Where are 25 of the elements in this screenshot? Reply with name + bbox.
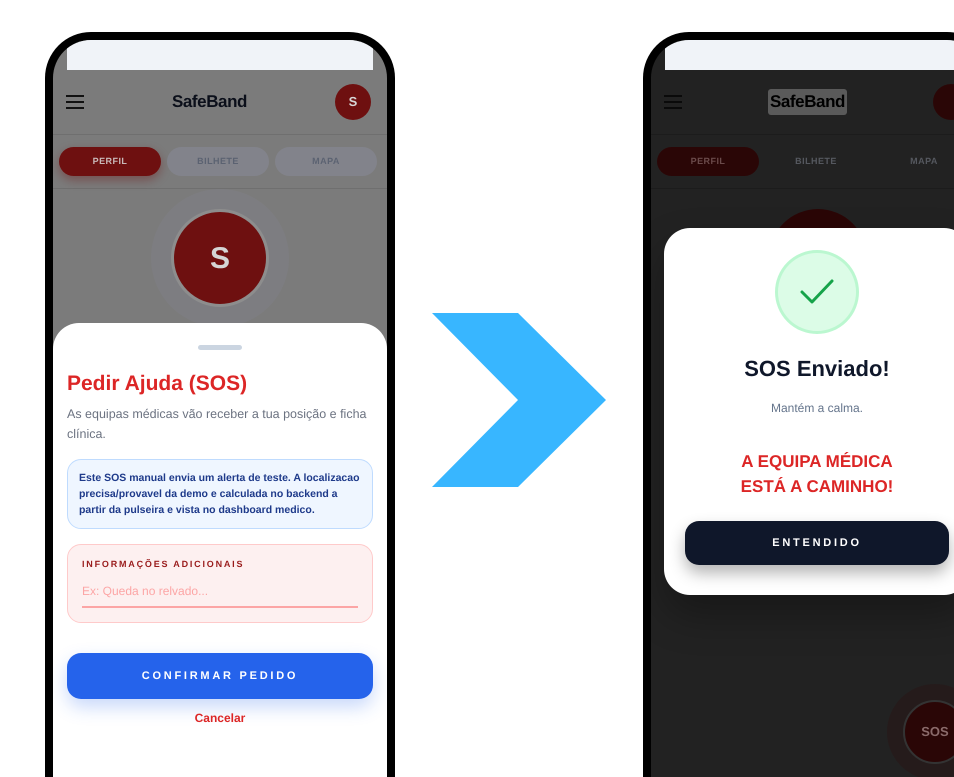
avatar[interactable]: S [334, 84, 371, 120]
field-label: INFORMAÇÕES ADICIONAIS [82, 558, 246, 572]
tab[interactable]: MAPA [873, 147, 954, 176]
alert-text: A EQUIPA MÉDICA ESTÁ A CAMINHO! [740, 451, 894, 498]
text-input[interactable]: Ex: Queda no relvado... [82, 582, 358, 600]
sheet-subtitle: As equipas médicas vão receber a tua posição e ficha clínica. [67, 406, 368, 444]
ok-button[interactable]: ENTENDIDO [685, 521, 949, 565]
drag-handle[interactable] [198, 345, 242, 350]
chevron-arrow-icon [432, 313, 606, 487]
app-title: SafeBand [172, 91, 247, 114]
profile-avatar: S [171, 209, 269, 307]
confirm-button[interactable]: CONFIRMAR PEDIDO [67, 652, 373, 699]
tab[interactable]: PERFIL [59, 147, 161, 176]
tab[interactable]: PERFIL [657, 147, 759, 176]
tab[interactable]: BILHETE [765, 147, 867, 176]
check-icon [800, 279, 834, 305]
app-title: SafeBand [768, 89, 847, 115]
info-notice: Este SOS manual envia um alerta de teste. A localizacao precisa/provavel da demo e calculada no backend a partir da pulseira e vista no dashboard medico. [67, 459, 373, 530]
sos-button[interactable]: SOS [903, 700, 954, 764]
dialog-title: SOS Enviado! [744, 355, 890, 383]
input-field[interactable]: Ex: Queda no relvado... [82, 582, 358, 608]
menu-icon[interactable] [66, 95, 84, 109]
dialog-message: Mantém a calma. [770, 400, 864, 417]
cancel-link[interactable]: Cancelar [194, 708, 246, 727]
sheet-title: Pedir Ajuda (SOS) [67, 371, 248, 397]
